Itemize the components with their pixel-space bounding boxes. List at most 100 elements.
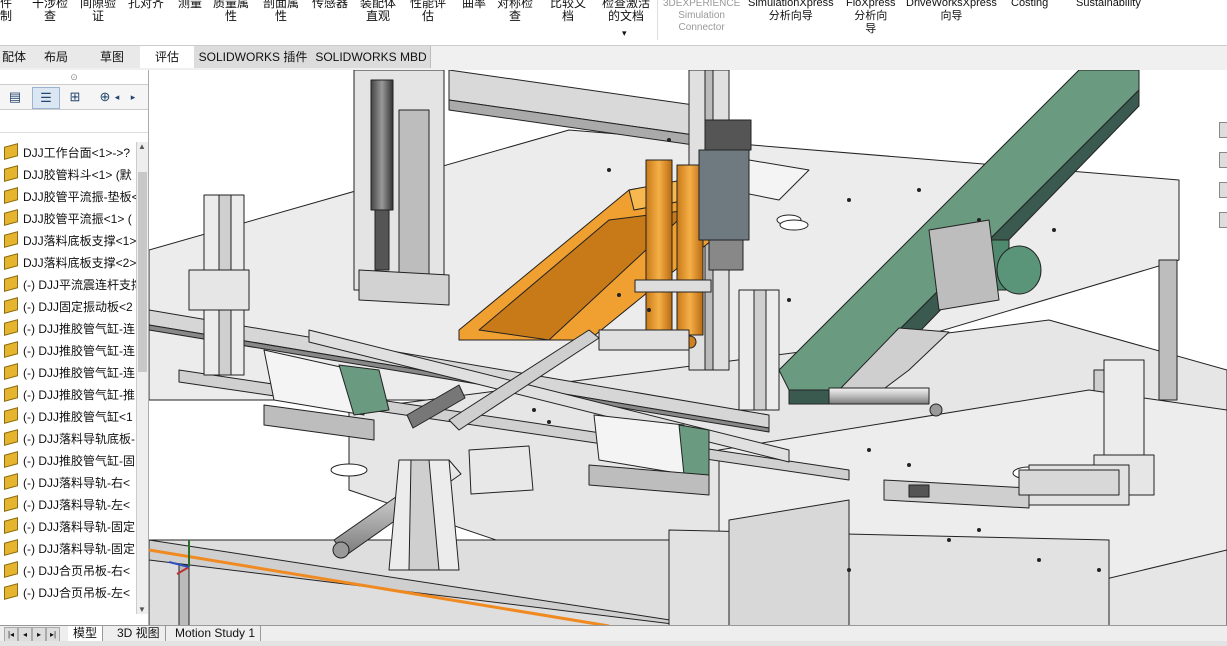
tree-node[interactable]: DJJ落料底板支撑<2> [0, 252, 136, 274]
assembly-model[interactable] [149, 70, 1227, 626]
ribbon-button-9[interactable]: 性能评 估 [410, 0, 446, 23]
bottom-tab-1[interactable]: 3D 视图 [112, 626, 166, 641]
tree-node-label: (-) DJJ落料导轨-固定 [23, 542, 135, 556]
first-tab-icon[interactable]: |◂ [4, 627, 18, 642]
part-icon [4, 429, 18, 446]
ribbon-button-11[interactable]: 对称检 查 [497, 0, 533, 23]
tree-filter-area[interactable] [0, 110, 148, 133]
tree-node[interactable]: (-) DJJ落料导轨底板- [0, 428, 136, 450]
tree-node-label: DJJ胶管平流振<1> ( [23, 212, 132, 226]
tree-node[interactable]: (-) DJJ平流震连杆支撑 [0, 274, 136, 296]
tree-node-label: DJJ落料底板支撑<1> [23, 234, 136, 248]
tree-node-label: (-) DJJ合页吊板-右< [23, 564, 130, 578]
tree-scrollbar[interactable]: ▲ ▼ [136, 142, 148, 614]
tab-4[interactable]: SOLIDWORKS 插件 [194, 46, 313, 68]
tab-3[interactable]: 评估 [140, 46, 195, 68]
ribbon-separator [657, 0, 658, 40]
tree-node-label: (-) DJJ平流震连杆支撑 [23, 278, 136, 292]
tree-node[interactable]: (-) DJJ推胶管气缸-连 [0, 362, 136, 384]
tree-node[interactable]: DJJ胶管平流振<1> ( [0, 208, 136, 230]
part-icon [4, 495, 18, 512]
part-icon [4, 451, 18, 468]
tree-node[interactable]: (-) DJJ推胶管气缸-固 [0, 450, 136, 472]
tree-node[interactable]: DJJ胶管平流振-垫板< [0, 186, 136, 208]
tree-node[interactable]: (-) DJJ落料导轨-固定 [0, 516, 136, 538]
tree-node-label: DJJ胶管平流振-垫板< [23, 190, 136, 204]
panel-grip-icon[interactable]: ⊙ [0, 70, 148, 84]
ribbon-3dexperience-connector[interactable]: 3DEXPERIENCE Simulation Connector [663, 0, 740, 34]
ribbon-addin-2[interactable]: DriveWorksXpress 向导 [906, 0, 997, 23]
tree-node-label: (-) DJJ落料导轨底板- [23, 432, 135, 446]
ribbon-button-5[interactable]: 质量属 性 [213, 0, 249, 23]
ribbon-button-10[interactable]: 曲率 [462, 0, 486, 10]
tree-node[interactable]: (-) DJJ合页吊板-右< [0, 560, 136, 582]
tree-node[interactable]: DJJ胶管料斗<1> (默 [0, 164, 136, 186]
ribbon-button-3[interactable]: 孔对齐 [128, 0, 164, 10]
part-icon [4, 253, 18, 270]
bottom-tab-2[interactable]: Motion Study 1 [170, 626, 262, 641]
part-icon [4, 583, 18, 600]
last-tab-icon[interactable]: ▸| [46, 627, 60, 642]
command-manager-tabs: 配体布局草图评估SOLIDWORKS 插件SOLIDWORKS MBD 🔍🔎✎▣… [0, 45, 1227, 110]
tree-node[interactable]: (-) DJJ合页吊板-左< [0, 582, 136, 604]
part-icon [4, 517, 18, 534]
tree-node-label: (-) DJJ推胶管气缸<1 [23, 410, 133, 424]
prev-tab-icon[interactable]: ◂ [18, 627, 32, 642]
ribbon-button-13[interactable]: 检查激活 的文档 [602, 0, 650, 23]
graphics-viewport[interactable] [149, 70, 1227, 626]
scroll-down-icon[interactable]: ▼ [138, 605, 146, 614]
ribbon-button-1[interactable]: 干涉检 查 [32, 0, 68, 23]
bottom-tab-0[interactable]: 模型 [68, 626, 104, 641]
tree-node[interactable]: (-) DJJ推胶管气缸-连 [0, 340, 136, 362]
ribbon-addin-0[interactable]: SimulationXpress 分析向导 [748, 0, 834, 23]
tree-node[interactable]: (-) DJJ推胶管气缸<1 [0, 406, 136, 428]
ribbon-addin-4[interactable]: Sustainability [1076, 0, 1141, 10]
ribbon-button-6[interactable]: 剖面属 性 [263, 0, 299, 23]
tree-node-label: (-) DJJ推胶管气缸-连 [23, 344, 135, 358]
tab-1[interactable]: 布局 [28, 46, 85, 68]
panel-tab-icon-5[interactable]: ▸ [126, 87, 140, 107]
tab-2[interactable]: 草图 [84, 46, 141, 68]
panel-tab-icon-0[interactable]: ▤ [2, 87, 28, 107]
ribbon-button-12[interactable]: 比较文 档 [550, 0, 586, 23]
panel-tab-icon-2[interactable]: ⊞ [62, 87, 88, 107]
part-icon [4, 473, 18, 490]
tree-node[interactable]: (-) DJJ固定振动板<2 [0, 296, 136, 318]
part-icon [4, 165, 18, 182]
feature-tree: DJJ工作台面<1>->? DJJ胶管料斗<1> (默 DJJ胶管平流振-垫板< DJ… [0, 142, 136, 614]
panel-tab-icon-1[interactable]: ☰ [32, 87, 60, 109]
tree-node-label: (-) DJJ推胶管气缸-连 [23, 322, 135, 336]
tree-node[interactable]: (-) DJJ推胶管气缸-推 [0, 384, 136, 406]
scroll-thumb[interactable] [138, 172, 147, 372]
part-icon [4, 297, 18, 314]
ribbon-addin-3[interactable]: Costing [1011, 0, 1048, 10]
ribbon-button-8[interactable]: 装配体 直观 [360, 0, 396, 23]
tab-5[interactable]: SOLIDWORKS MBD [312, 46, 431, 68]
tree-node-label: (-) DJJ固定振动板<2 [23, 300, 133, 314]
tree-node[interactable]: (-) DJJ落料导轨-右< [0, 472, 136, 494]
tree-node-label: (-) DJJ落料导轨-右< [23, 476, 130, 490]
tree-node[interactable]: DJJ工作台面<1>->? [0, 142, 136, 164]
ribbon-button-2[interactable]: 间隙验 证 [80, 0, 116, 23]
next-tab-icon[interactable]: ▸ [32, 627, 46, 642]
tree-node[interactable]: (-) DJJ落料导轨-固定 [0, 538, 136, 560]
part-icon [4, 385, 18, 402]
bottom-tabs: |◂ ◂ ▸ ▸| 模型 3D 视图 Motion Study 1 [0, 625, 1227, 642]
tree-node-label: (-) DJJ推胶管气缸-推 [23, 388, 135, 402]
ribbon-dropdown-icon[interactable]: ▾ [622, 28, 627, 39]
panel-tabs: ▤ ☰ ⊞ ⊕ ◂ ▸ [0, 84, 148, 110]
tree-node-label: DJJ工作台面<1>->? [23, 146, 131, 160]
tree-node[interactable]: (-) DJJ推胶管气缸-连 [0, 318, 136, 340]
tree-node-label: (-) DJJ合页吊板-左< [23, 586, 130, 600]
tree-node[interactable]: (-) DJJ落料导轨-左< [0, 494, 136, 516]
tab-0[interactable]: 配体 [0, 46, 29, 68]
ribbon-addin-1[interactable]: FloXpress 分析向 导 [846, 0, 896, 36]
ribbon-button-7[interactable]: 传感器 [312, 0, 348, 10]
scroll-up-icon[interactable]: ▲ [138, 142, 146, 151]
panel-tab-icon-4[interactable]: ◂ [110, 87, 124, 107]
ribbon-button-0[interactable]: 件 制 [0, 0, 12, 23]
ribbon-button-4[interactable]: 测量 [178, 0, 202, 10]
part-icon [4, 275, 18, 292]
task-pane-tabs[interactable] [1219, 122, 1227, 262]
tree-node[interactable]: DJJ落料底板支撑<1> [0, 230, 136, 252]
